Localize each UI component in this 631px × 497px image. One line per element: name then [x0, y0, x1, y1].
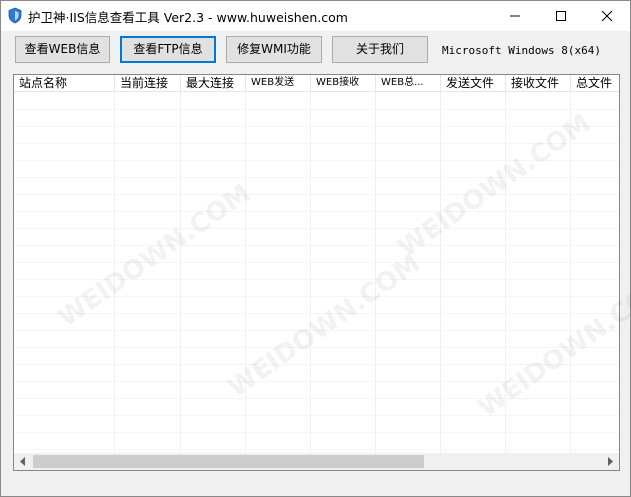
app-window: 护卫神·IIS信息查看工具 Ver2.3 - www.huweishen.com… — [0, 0, 631, 497]
column-header-total-files[interactable]: 总文件 — [571, 75, 619, 92]
close-icon — [601, 10, 613, 22]
minimize-icon — [510, 15, 520, 17]
column-header-max-connections[interactable]: 最大连接 — [181, 75, 246, 92]
column-header-web-sent[interactable]: WEB发送 — [246, 75, 311, 92]
list-header: 站点名称 当前连接 最大连接 WEB发送 WEB接收 WEB总... 发送文件 … — [14, 75, 619, 92]
column-header-web-received[interactable]: WEB接收 — [311, 75, 376, 92]
maximize-icon — [556, 11, 566, 21]
column-header-files-received[interactable]: 接收文件 — [506, 75, 571, 92]
column-header-web-total[interactable]: WEB总... — [376, 75, 441, 92]
minimize-button[interactable] — [492, 1, 538, 31]
site-list-view[interactable]: 站点名称 当前连接 最大连接 WEB发送 WEB接收 WEB总... 发送文件 … — [13, 74, 620, 471]
maximize-button[interactable] — [538, 1, 584, 31]
about-us-button[interactable]: 关于我们 — [332, 36, 428, 63]
os-version-label: Microsoft Windows 8(x64) — [442, 44, 601, 57]
window-title: 护卫神·IIS信息查看工具 Ver2.3 - www.huweishen.com — [28, 10, 348, 25]
shield-icon — [7, 7, 23, 24]
column-header-current-connections[interactable]: 当前连接 — [115, 75, 181, 92]
view-web-info-button[interactable]: 查看WEB信息 — [15, 36, 110, 63]
list-grid — [14, 92, 619, 456]
title-bar[interactable]: 护卫神·IIS信息查看工具 Ver2.3 - www.huweishen.com — [1, 1, 630, 31]
view-ftp-info-button[interactable]: 查看FTP信息 — [120, 36, 216, 63]
scrollbar-thumb[interactable] — [33, 455, 424, 468]
column-header-files-sent[interactable]: 发送文件 — [441, 75, 506, 92]
column-header-site-name[interactable]: 站点名称 — [14, 75, 115, 92]
horizontal-scrollbar[interactable] — [14, 453, 619, 470]
scroll-left-button[interactable] — [14, 453, 31, 470]
repair-wmi-button[interactable]: 修复WMI功能 — [226, 36, 322, 63]
chevron-left-icon — [20, 457, 25, 466]
close-button[interactable] — [584, 1, 630, 31]
chevron-right-icon — [608, 457, 613, 466]
scroll-right-button[interactable] — [602, 453, 619, 470]
